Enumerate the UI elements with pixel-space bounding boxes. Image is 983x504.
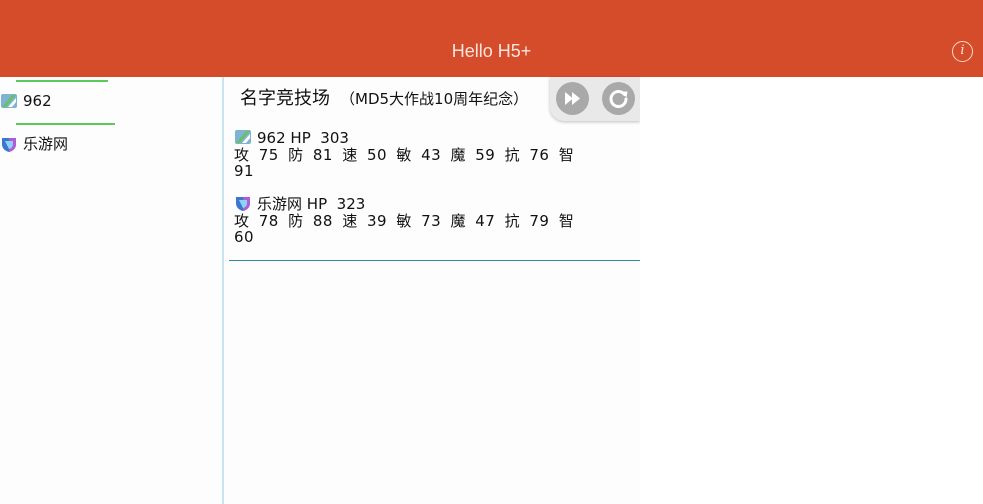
avatar-icon xyxy=(236,197,250,211)
app-header: Hello H5+ i xyxy=(0,0,983,77)
arena-title: 名字竞技场 xyxy=(240,88,330,109)
arena-panel: 名字竞技场 （MD5大作战10周年纪念） 962 HP 303 攻 75 防 8… xyxy=(224,77,640,504)
arena-subtitle: （MD5大作战10周年纪念） xyxy=(340,90,529,108)
attribute-line: 60 xyxy=(234,228,255,246)
attribute-line: 91 xyxy=(234,162,255,180)
fast-forward-button[interactable] xyxy=(556,82,589,115)
empty-area xyxy=(640,77,983,504)
fighter-name: 乐游网 xyxy=(257,195,303,213)
avatar-icon xyxy=(1,94,17,108)
fighter-stats: 962 HP 303 攻 75 防 81 速 50 敏 43 魔 59 抗 76… xyxy=(234,129,634,179)
avatar-icon xyxy=(235,130,251,144)
player-name: 962 xyxy=(23,92,52,110)
avatar-icon xyxy=(2,138,16,152)
attribute-line: 攻 75 防 81 速 50 敏 43 魔 59 抗 76 智 xyxy=(234,146,575,164)
refresh-icon xyxy=(609,90,628,108)
fighter-stats: 乐游网 HP 323 攻 78 防 88 速 39 敏 73 魔 47 抗 79… xyxy=(234,195,634,245)
player-list-panel: 962 乐游网 xyxy=(0,77,222,504)
arena-title-row: 名字竞技场 （MD5大作战10周年纪念） xyxy=(240,87,528,111)
fighter-name: 962 xyxy=(257,129,286,147)
attribute-line: 攻 78 防 88 速 39 敏 73 魔 47 抗 79 智 xyxy=(234,212,575,230)
fast-forward-icon xyxy=(565,92,580,105)
hp-value: 303 xyxy=(320,129,349,147)
refresh-button[interactable] xyxy=(602,82,635,115)
app-title: Hello H5+ xyxy=(451,41,532,61)
info-icon[interactable]: i xyxy=(952,41,973,62)
hp-label: HP xyxy=(306,195,328,213)
section-divider xyxy=(229,260,640,261)
control-tray xyxy=(550,77,640,121)
fighter-header: 乐游网 HP 323 xyxy=(234,195,634,213)
hp-bar xyxy=(16,123,115,125)
hp-label: HP xyxy=(290,129,311,147)
hp-value: 323 xyxy=(336,195,366,213)
hp-bar xyxy=(16,80,108,82)
fighter-header: 962 HP 303 xyxy=(234,129,634,147)
player-name: 乐游网 xyxy=(23,135,69,153)
